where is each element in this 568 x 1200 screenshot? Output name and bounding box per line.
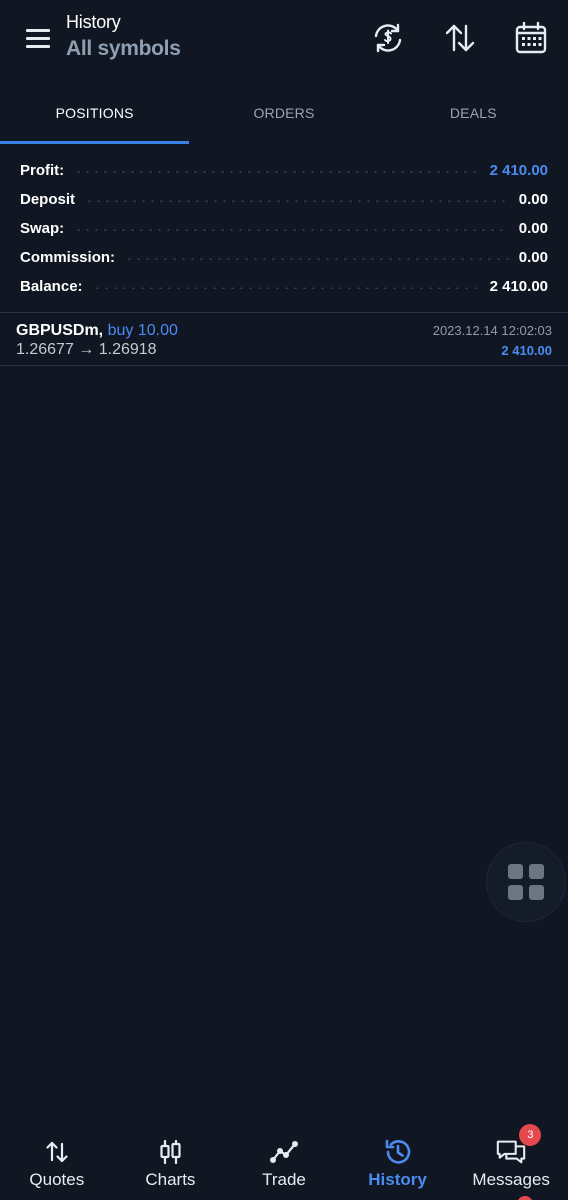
candlestick-icon	[154, 1136, 186, 1168]
bottom-nav: Quotes Charts Trade History Messages 3	[0, 1124, 568, 1200]
tab-positions[interactable]: POSITIONS	[0, 82, 190, 144]
nav-trade[interactable]: Trade	[227, 1124, 341, 1200]
dotted-leader	[125, 257, 509, 260]
deposit-label: Deposit	[20, 191, 76, 208]
calendar-icon[interactable]	[511, 18, 551, 58]
nav-charts[interactable]: Charts	[114, 1124, 228, 1200]
balance-label: Balance:	[20, 278, 83, 295]
tab-deals[interactable]: DEALS	[379, 82, 568, 144]
deal-prices: 1.26677 → 1.26918	[16, 341, 157, 358]
commission-label: Commission:	[20, 249, 116, 266]
commission-value: 0.00	[518, 249, 548, 266]
quotes-icon	[41, 1136, 73, 1168]
nav-messages[interactable]: Messages 3	[454, 1124, 568, 1200]
dotted-leader	[85, 199, 509, 202]
deal-profit: 2 410.00	[501, 343, 552, 358]
summary-row-balance: Balance: 2 410.00	[20, 272, 548, 301]
deal-header: GBPUSDm, buy 10.00	[16, 321, 178, 341]
nav-history[interactable]: History	[341, 1124, 455, 1200]
dotted-leader	[92, 286, 480, 289]
summary-row-deposit: Deposit 0.00	[20, 185, 548, 214]
title-block: History All symbols	[66, 10, 181, 64]
symbol-filter[interactable]: All symbols	[66, 34, 181, 64]
divider	[0, 312, 568, 313]
currency-exchange-icon[interactable]	[368, 18, 408, 58]
profit-label: Profit:	[20, 162, 65, 179]
balance-value: 2 410.00	[489, 278, 548, 295]
profit-value: 2 410.00	[489, 162, 548, 179]
grid-menu-button[interactable]	[486, 842, 566, 922]
deal-type: buy 10.00	[107, 322, 178, 339]
nav-quotes[interactable]: Quotes	[0, 1124, 114, 1200]
app-bar: History All symbols	[0, 0, 568, 82]
dotted-leader	[74, 170, 480, 173]
nav-label: Charts	[145, 1170, 196, 1189]
history-tabs: POSITIONS ORDERS DEALS	[0, 82, 568, 144]
summary-row-profit: Profit: 2 410.00	[20, 156, 548, 185]
notification-dot	[517, 1196, 534, 1200]
trade-icon	[268, 1136, 300, 1168]
nav-label: Messages	[472, 1170, 550, 1189]
unread-badge: 3	[519, 1124, 542, 1146]
swap-label: Swap:	[20, 220, 65, 237]
history-screen: History All symbols POSITIONS ORDERS DEA…	[0, 0, 568, 1200]
deposit-value: 0.00	[518, 191, 548, 208]
divider	[0, 365, 568, 366]
sort-icon[interactable]	[440, 18, 480, 58]
nav-label: Trade	[262, 1170, 306, 1189]
summary-panel: Profit: 2 410.00 Deposit 0.00 Swap: 0.00…	[20, 156, 548, 301]
summary-row-swap: Swap: 0.00	[20, 214, 548, 243]
history-icon	[382, 1136, 414, 1168]
tab-orders[interactable]: ORDERS	[189, 82, 378, 144]
menu-icon[interactable]	[22, 26, 56, 52]
page-title: History	[66, 12, 121, 32]
nav-label: History	[368, 1170, 427, 1189]
grid-icon	[508, 864, 523, 879]
nav-label: Quotes	[29, 1170, 85, 1189]
deal-time: 2023.12.14 12:02:03	[432, 323, 552, 338]
deal-symbol: GBPUSDm,	[16, 322, 104, 339]
list-item[interactable]: GBPUSDm, buy 10.00 1.26677 → 1.26918 202…	[0, 314, 568, 365]
dotted-leader	[74, 228, 509, 231]
swap-value: 0.00	[518, 220, 548, 237]
summary-row-commission: Commission: 0.00	[20, 243, 548, 272]
